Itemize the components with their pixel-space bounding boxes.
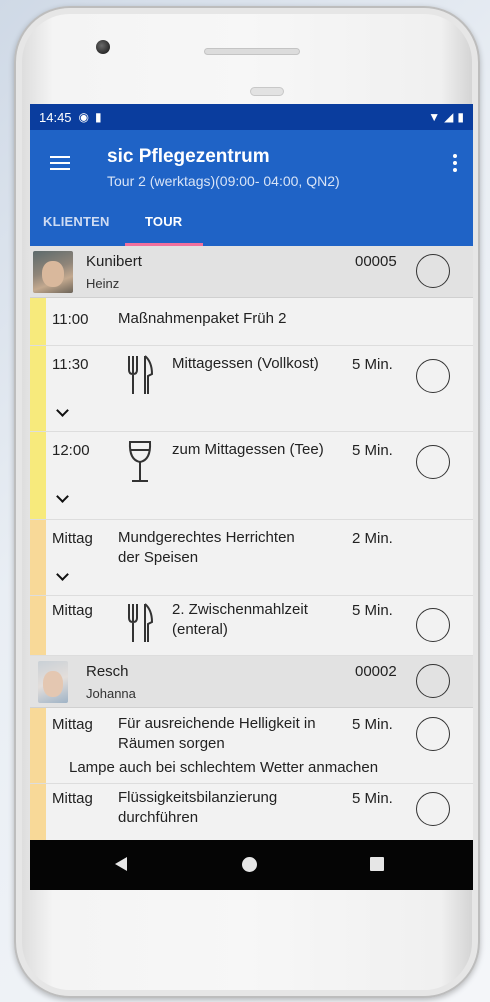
front-camera	[96, 40, 110, 54]
task-text: zum Mittagessen (Tee)	[172, 441, 324, 458]
task-duration: 5 Min.	[352, 790, 393, 807]
status-icons: ▼ ◢ ▮	[428, 110, 464, 124]
task-check-circle[interactable]	[416, 445, 450, 479]
task-text-line2: durchführen	[118, 809, 199, 826]
task-time: 11:30	[52, 356, 89, 373]
cutlery-icon	[128, 603, 154, 642]
task-duration: 5 Min.	[352, 716, 393, 733]
task-check-circle[interactable]	[416, 359, 450, 393]
task-duration: 5 Min.	[352, 356, 393, 373]
status-bar: 14:45 ◉ ▮ ▼ ◢ ▮	[30, 104, 473, 130]
task-row[interactable]: Mittag 2. Zwischenmahlzeit (enteral) 5 M…	[30, 596, 473, 656]
task-text-line1: 2. Zwischenmahlzeit	[172, 601, 308, 618]
task-color-bar	[30, 596, 46, 655]
task-text-line2: (enteral)	[172, 621, 228, 638]
overflow-menu-icon[interactable]	[453, 154, 457, 175]
task-color-bar	[30, 708, 46, 783]
task-time: Mittag	[52, 602, 93, 619]
sim-icon: ▮	[95, 110, 102, 124]
client-check-circle[interactable]	[416, 664, 450, 698]
task-row[interactable]: Mittag Für ausreichende Helligkeit in Rä…	[30, 708, 473, 784]
task-row[interactable]: 12:00 zum Mittagessen (Tee) 5 Min.	[30, 432, 473, 520]
task-note: Lampe auch bei schlechtem Wetter anmache…	[69, 759, 379, 776]
client-number: 00005	[355, 253, 397, 270]
client-last-name: Resch	[86, 663, 129, 680]
task-text-line2: Räumen sorgen	[118, 735, 225, 752]
status-time: 14:45	[39, 109, 72, 125]
task-text: Maßnahmenpaket Früh 2	[118, 310, 287, 327]
phone-screen: 14:45 ◉ ▮ ▼ ◢ ▮ sic Pflegezentrum Tour 2…	[30, 104, 473, 890]
wine-glass-icon	[128, 441, 152, 482]
task-color-bar	[30, 432, 46, 519]
task-text-line1: Flüssigkeitsbilanzierung	[118, 789, 278, 806]
task-duration: 5 Min.	[352, 442, 393, 459]
home-icon[interactable]	[242, 857, 257, 872]
task-row[interactable]: Mittag Mundgerechtes Herrichten der Spei…	[30, 520, 473, 596]
task-text: Mittagessen (Vollkost)	[172, 355, 319, 372]
chevron-down-icon[interactable]	[56, 490, 69, 503]
battery-icon: ▮	[457, 110, 464, 124]
task-text-line1: Mundgerechtes Herrichten	[118, 529, 295, 546]
task-time: 11:00	[52, 311, 89, 328]
back-icon[interactable]	[115, 857, 127, 871]
task-row[interactable]: Mittag Flüssigkeitsbilanzierung durchfüh…	[30, 784, 473, 844]
task-text-line1: Für ausreichende Helligkeit in	[118, 715, 316, 732]
signal-icon: ◢	[444, 110, 454, 124]
tab-klienten[interactable]: KLIENTEN	[43, 198, 110, 246]
recents-icon[interactable]	[370, 857, 384, 871]
task-color-bar	[30, 520, 46, 595]
cutlery-icon	[128, 355, 154, 394]
task-row[interactable]: 11:30 Mittagessen (Vollkost) 5 Min.	[30, 346, 473, 432]
earpiece-speaker	[204, 48, 300, 55]
client-last-name: Kunibert	[86, 253, 142, 270]
client-header[interactable]: Resch Johanna 00002	[30, 656, 473, 708]
wifi-icon: ▼	[428, 110, 441, 124]
task-color-bar	[30, 346, 46, 431]
task-time: Mittag	[52, 790, 93, 807]
task-check-circle[interactable]	[416, 717, 450, 751]
tour-list: Kunibert Heinz 00005 11:00 Maßnahmenpake…	[30, 246, 473, 844]
task-color-bar	[30, 298, 46, 345]
tab-bar: KLIENTEN TOUR	[30, 198, 473, 246]
task-check-circle[interactable]	[416, 608, 450, 642]
chevron-down-icon[interactable]	[56, 404, 69, 417]
tab-tour[interactable]: TOUR	[145, 198, 182, 246]
task-text-line2: der Speisen	[118, 549, 199, 566]
task-check-circle[interactable]	[416, 792, 450, 826]
client-header[interactable]: Kunibert Heinz 00005	[30, 246, 473, 298]
client-first-name: Johanna	[86, 686, 136, 701]
sync-icon: ◉	[78, 110, 90, 124]
chevron-down-icon[interactable]	[56, 568, 69, 581]
client-first-name: Heinz	[86, 276, 120, 291]
task-duration: 5 Min.	[352, 602, 393, 619]
task-row[interactable]: 11:00 Maßnahmenpaket Früh 2	[30, 298, 473, 346]
proximity-sensor	[250, 87, 284, 96]
app-bar: sic Pflegezentrum Tour 2 (werktags)(09:0…	[30, 130, 473, 198]
task-color-bar	[30, 784, 46, 843]
task-time: Mittag	[52, 530, 93, 547]
task-duration: 2 Min.	[352, 530, 393, 547]
task-time: Mittag	[52, 716, 93, 733]
client-check-circle[interactable]	[416, 254, 450, 288]
avatar	[33, 251, 73, 293]
avatar	[38, 661, 68, 703]
task-time: 12:00	[52, 442, 90, 459]
hamburger-menu-icon[interactable]	[50, 156, 70, 170]
app-subtitle: Tour 2 (werktags)(09:00- 04:00, QN2)	[107, 173, 340, 189]
client-number: 00002	[355, 663, 397, 680]
app-title: sic Pflegezentrum	[107, 146, 270, 167]
system-nav-bar	[30, 840, 473, 890]
